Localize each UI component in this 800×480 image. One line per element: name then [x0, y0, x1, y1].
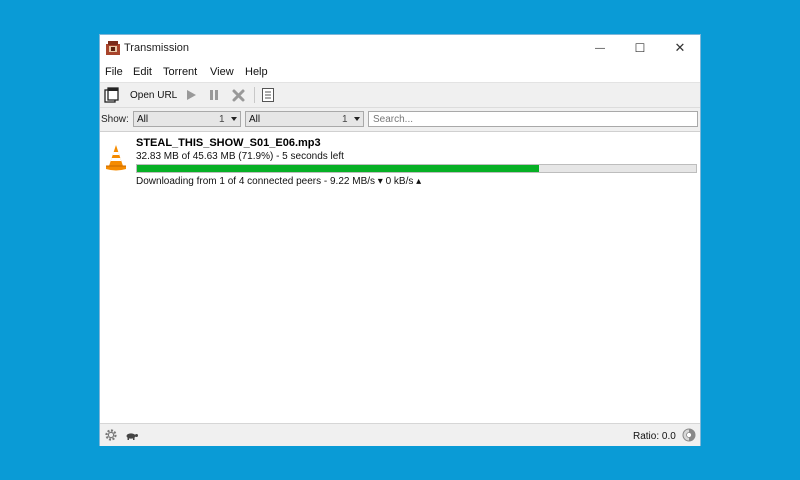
torrent-row[interactable]: STEAL_THIS_SHOW_S01_E06.mp3 32.83 MB of … [100, 132, 700, 192]
window-title: Transmission [124, 42, 189, 54]
toolbar-separator [254, 87, 255, 103]
title-bar[interactable]: Transmission — ☐ ✕ [100, 35, 700, 61]
app-window: Transmission — ☐ ✕ File Edit Torrent Vie… [100, 35, 700, 446]
chevron-down-icon [354, 117, 360, 121]
open-url-button[interactable]: Open URL [130, 90, 177, 101]
minimize-button[interactable]: — [580, 35, 620, 61]
torrent-status: Downloading from 1 of 4 connected peers … [136, 176, 422, 187]
menu-view[interactable]: View [210, 66, 234, 78]
maximize-button[interactable]: ☐ [620, 35, 660, 61]
menu-edit[interactable]: Edit [133, 66, 152, 78]
toolbar: Open URL [100, 82, 700, 108]
pause-icon[interactable] [206, 87, 222, 103]
activity-filter-count: 1 [219, 114, 225, 125]
menu-help[interactable]: Help [245, 66, 268, 78]
close-icon: ✕ [674, 40, 686, 55]
tracker-filter-count: 1 [342, 114, 348, 125]
show-label: Show: [101, 114, 129, 125]
progress-bar [136, 164, 697, 173]
properties-icon[interactable] [260, 87, 276, 103]
menu-file[interactable]: File [105, 66, 123, 78]
menu-torrent[interactable]: Torrent [163, 66, 197, 78]
ratio-icon[interactable] [682, 428, 696, 442]
torrent-name: STEAL_THIS_SHOW_S01_E06.mp3 [136, 137, 321, 149]
vlc-cone-icon [106, 145, 126, 171]
minimize-icon: — [595, 42, 605, 54]
tracker-filter-dropdown[interactable]: All 1 [245, 111, 364, 127]
remove-icon[interactable] [231, 87, 247, 103]
status-bar: Ratio: 0.0 [100, 423, 700, 446]
transmission-logo-icon [106, 41, 120, 55]
ratio-text: Ratio: 0.0 [633, 431, 676, 442]
search-input[interactable] [368, 111, 698, 127]
open-file-icon[interactable] [104, 87, 120, 103]
activity-filter-value: All [137, 114, 149, 125]
torrent-progress-text: 32.83 MB of 45.63 MB (71.9%) - 5 seconds… [136, 151, 344, 162]
turtle-icon[interactable] [125, 428, 139, 442]
play-icon[interactable] [183, 87, 199, 103]
chevron-down-icon [231, 117, 237, 121]
tracker-filter-value: All [249, 114, 261, 125]
close-button[interactable]: ✕ [660, 35, 700, 61]
progress-bar-fill [137, 165, 539, 172]
filter-bar: Show: All 1 All 1 [100, 108, 700, 132]
maximize-icon: ☐ [634, 41, 646, 55]
menu-bar: File Edit Torrent View Help [100, 61, 700, 81]
settings-gear-icon[interactable] [104, 428, 118, 442]
activity-filter-dropdown[interactable]: All 1 [133, 111, 241, 127]
torrent-list[interactable]: STEAL_THIS_SHOW_S01_E06.mp3 32.83 MB of … [100, 132, 700, 422]
